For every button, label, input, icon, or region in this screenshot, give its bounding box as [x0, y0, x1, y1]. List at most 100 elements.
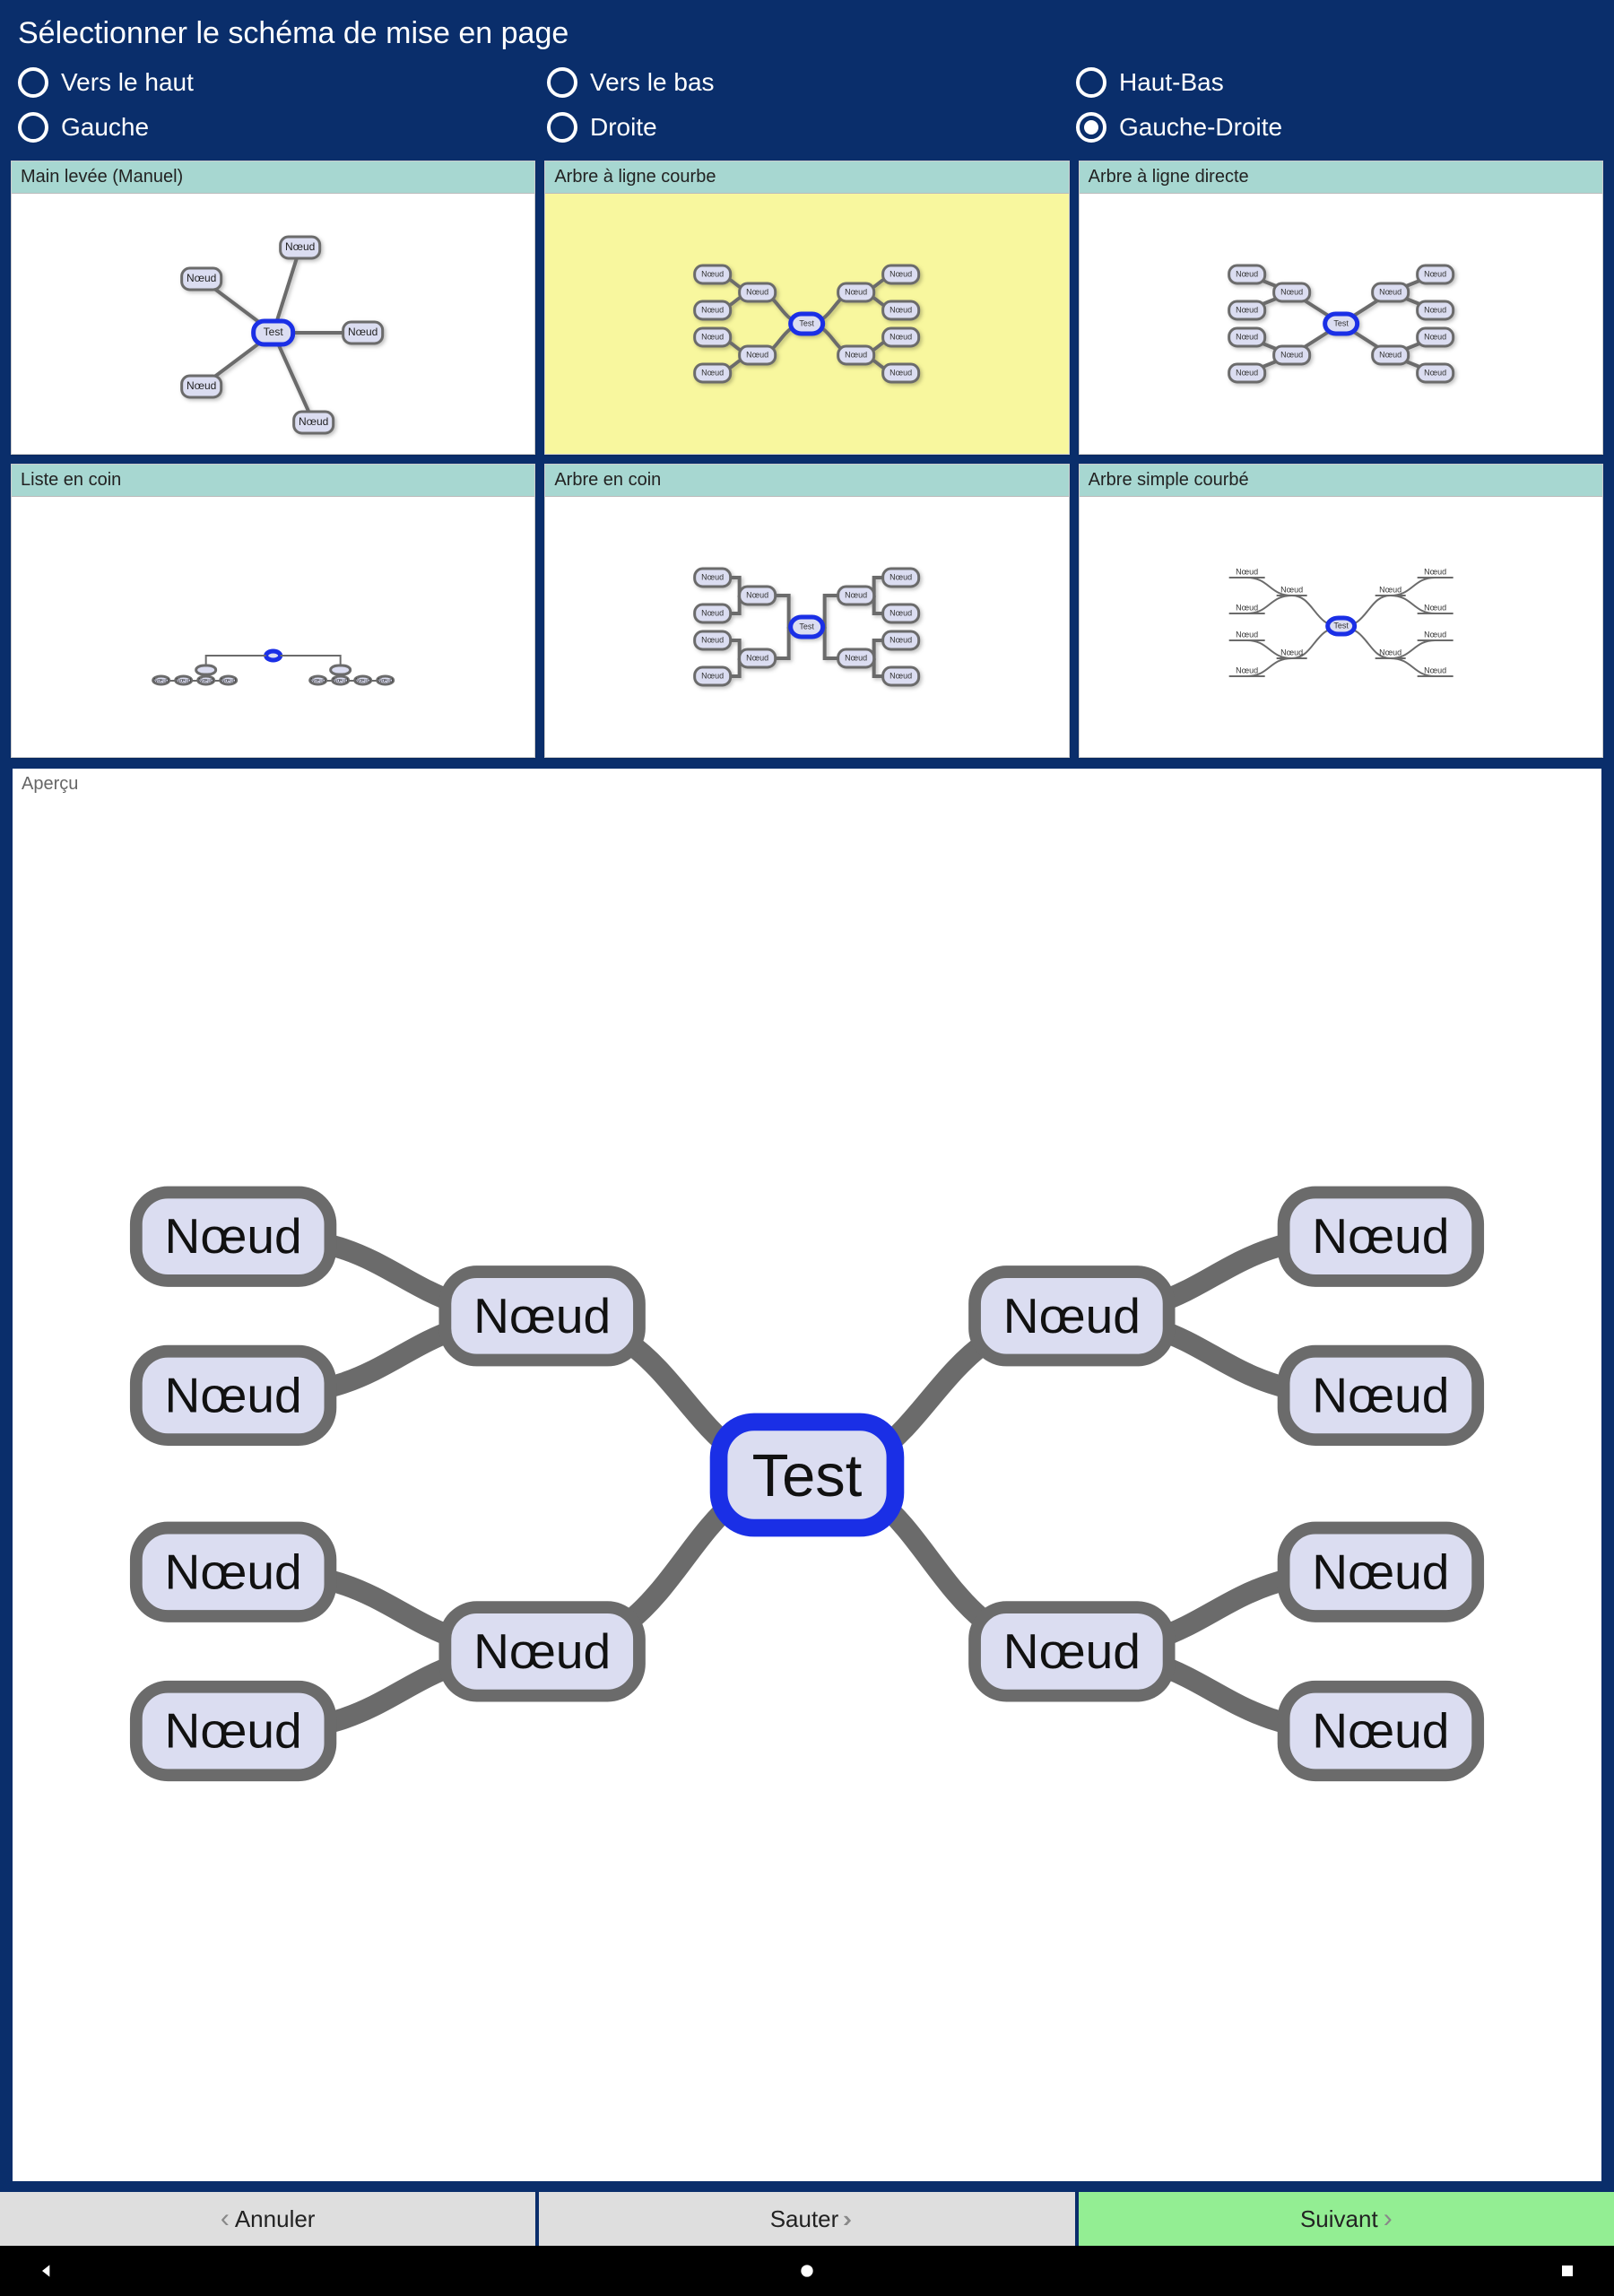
svg-text:Nœud: Nœud [889, 368, 912, 377]
radio-icon [547, 67, 577, 98]
svg-text:Nœud: Nœud [473, 1623, 611, 1679]
header: Sélectionner le schéma de mise en page V… [0, 0, 1614, 155]
svg-text:Nœud: Nœud [1379, 585, 1401, 594]
svg-text:Nœud: Nœud [845, 653, 867, 662]
svg-text:Nœud: Nœud [1236, 332, 1258, 341]
layout-card-direct-tree[interactable]: Arbre à ligne directe Nœud Nœud Nœud [1079, 161, 1603, 455]
svg-text:Nœud: Nœud [1236, 603, 1258, 612]
svg-text:Nœud: Nœud [701, 608, 724, 617]
svg-text:Nœud: Nœud [1424, 567, 1446, 576]
svg-text:Nœud: Nœud [310, 679, 325, 684]
layout-card-thumbnail: Nœud Nœud Nœud Nœud Nœud Nœud Nœud Nœud … [1080, 194, 1602, 454]
svg-text:Nœud: Nœud [1424, 332, 1446, 341]
svg-text:Nœud: Nœud [1379, 287, 1401, 296]
radio-gauche[interactable]: Gauche [18, 112, 538, 143]
svg-text:Nœud: Nœud [701, 635, 724, 644]
layout-card-thumbnail: Nœud Nœud Nœud Nœud Nœud Nœud Nœud Nœud … [545, 194, 1068, 454]
svg-text:Nœud: Nœud [1424, 630, 1446, 639]
svg-text:Nœud: Nœud [473, 1288, 611, 1344]
layout-card-header: Liste en coin [12, 465, 534, 497]
button-label: Suivant [1300, 2205, 1378, 2233]
radio-haut-bas[interactable]: Haut-Bas [1076, 67, 1596, 98]
svg-text:Nœud: Nœud [701, 671, 724, 680]
radio-label: Vers le haut [61, 68, 194, 97]
android-navbar [0, 2246, 1614, 2296]
svg-text:Nœud: Nœud [1424, 603, 1446, 612]
chevron-left-icon: ‹ [221, 2205, 230, 2232]
svg-text:Nœud: Nœud [165, 1208, 302, 1264]
layout-card-freehand[interactable]: Main levée (Manuel) Nœud Nœud Nœud Nœud … [11, 161, 535, 455]
svg-text:Nœud: Nœud [299, 415, 328, 428]
layout-card-thumbnail: Nœud Nœud Nœud Nœud Nœud Nœud Nœud Nœud … [1080, 497, 1602, 757]
svg-text:Nœud: Nœud [1236, 305, 1258, 314]
svg-text:Nœud: Nœud [701, 368, 724, 377]
radio-vers-le-bas[interactable]: Vers le bas [547, 67, 1067, 98]
nav-home-icon[interactable] [796, 2260, 818, 2282]
svg-text:Nœud: Nœud [1424, 269, 1446, 278]
radio-label: Gauche [61, 113, 149, 142]
svg-text:Nœud: Nœud [746, 287, 768, 296]
svg-text:Nœud: Nœud [701, 305, 724, 314]
svg-text:Nœud: Nœud [1312, 1208, 1449, 1264]
svg-text:Nœud: Nœud [889, 608, 912, 617]
svg-text:Nœud: Nœud [1280, 350, 1303, 359]
radio-gauche-droite[interactable]: Gauche-Droite [1076, 112, 1596, 143]
layout-card-header: Arbre simple courbé [1080, 465, 1602, 497]
svg-text:Nœud: Nœud [1236, 630, 1258, 639]
svg-text:Test: Test [1333, 318, 1349, 327]
svg-text:Nœud: Nœud [889, 269, 912, 278]
layout-card-simple-curved[interactable]: Arbre simple courbé [1079, 464, 1603, 758]
svg-text:Nœud: Nœud [165, 1544, 302, 1599]
layout-card-corner-list[interactable]: Liste en coin Nœud Nœud Nœud Nœud [11, 464, 535, 758]
radio-label: Gauche-Droite [1119, 113, 1282, 142]
layout-card-corner-tree[interactable]: Arbre en coin Nœud Nœud [544, 464, 1069, 758]
radio-group: Vers le haut Vers le bas Haut-Bas Gauche… [18, 67, 1596, 143]
svg-text:Nœud: Nœud [889, 305, 912, 314]
nav-back-icon[interactable] [36, 2260, 57, 2282]
cancel-button[interactable]: ‹ Annuler [0, 2192, 535, 2246]
radio-icon [1076, 67, 1106, 98]
svg-text:Nœud: Nœud [1424, 665, 1446, 674]
svg-text:Nœud: Nœud [153, 679, 169, 684]
svg-text:Nœud: Nœud [348, 326, 377, 338]
radio-label: Vers le bas [590, 68, 715, 97]
svg-text:Nœud: Nœud [701, 332, 724, 341]
svg-text:Nœud: Nœud [845, 350, 867, 359]
layout-card-thumbnail: Nœud Nœud Nœud Nœud Nœud Test [12, 194, 534, 454]
layout-card-header: Arbre en coin [545, 465, 1068, 497]
skip-button[interactable]: Sauter ›› [539, 2192, 1074, 2246]
svg-text:Nœud: Nœud [176, 679, 191, 684]
svg-text:Nœud: Nœud [221, 679, 236, 684]
svg-text:Nœud: Nœud [1424, 305, 1446, 314]
action-bar: ‹ Annuler Sauter ›› Suivant › [0, 2192, 1614, 2246]
svg-text:Nœud: Nœud [165, 1702, 302, 1758]
svg-text:Nœud: Nœud [746, 590, 768, 599]
svg-text:Nœud: Nœud [746, 653, 768, 662]
layout-card-curved-tree[interactable]: Arbre à ligne courbe Nœud Nœ [544, 161, 1069, 455]
layout-card-thumbnail: Nœud Nœud Nœud Nœud Nœud Nœud Nœud Nœud [12, 497, 534, 757]
radio-label: Haut-Bas [1119, 68, 1224, 97]
svg-text:Nœud: Nœud [1236, 567, 1258, 576]
layout-card-thumbnail: Nœud Nœud Nœud Nœud Nœud Nœud Nœud Nœud … [545, 497, 1068, 757]
next-button[interactable]: Suivant › [1079, 2192, 1614, 2246]
button-label: Annuler [235, 2205, 316, 2233]
svg-text:Nœud: Nœud [845, 287, 867, 296]
radio-droite[interactable]: Droite [547, 112, 1067, 143]
radio-icon [18, 67, 48, 98]
radio-vers-le-haut[interactable]: Vers le haut [18, 67, 538, 98]
layout-card-header: Main levée (Manuel) [12, 161, 534, 194]
chevron-right-icon: › [1384, 2205, 1393, 2232]
radio-icon [1076, 112, 1106, 143]
svg-text:Nœud: Nœud [198, 679, 213, 684]
radio-label: Droite [590, 113, 657, 142]
radio-icon [547, 112, 577, 143]
svg-text:Nœud: Nœud [845, 590, 867, 599]
nav-recent-icon[interactable] [1557, 2260, 1578, 2282]
svg-text:Nœud: Nœud [889, 332, 912, 341]
svg-text:Nœud: Nœud [746, 350, 768, 359]
layouts-grid: Main levée (Manuel) Nœud Nœud Nœud Nœud … [0, 155, 1614, 760]
svg-text:Test: Test [1333, 621, 1349, 630]
svg-text:Nœud: Nœud [1379, 350, 1401, 359]
svg-text:Nœud: Nœud [1236, 269, 1258, 278]
svg-text:Nœud: Nœud [1003, 1288, 1141, 1344]
